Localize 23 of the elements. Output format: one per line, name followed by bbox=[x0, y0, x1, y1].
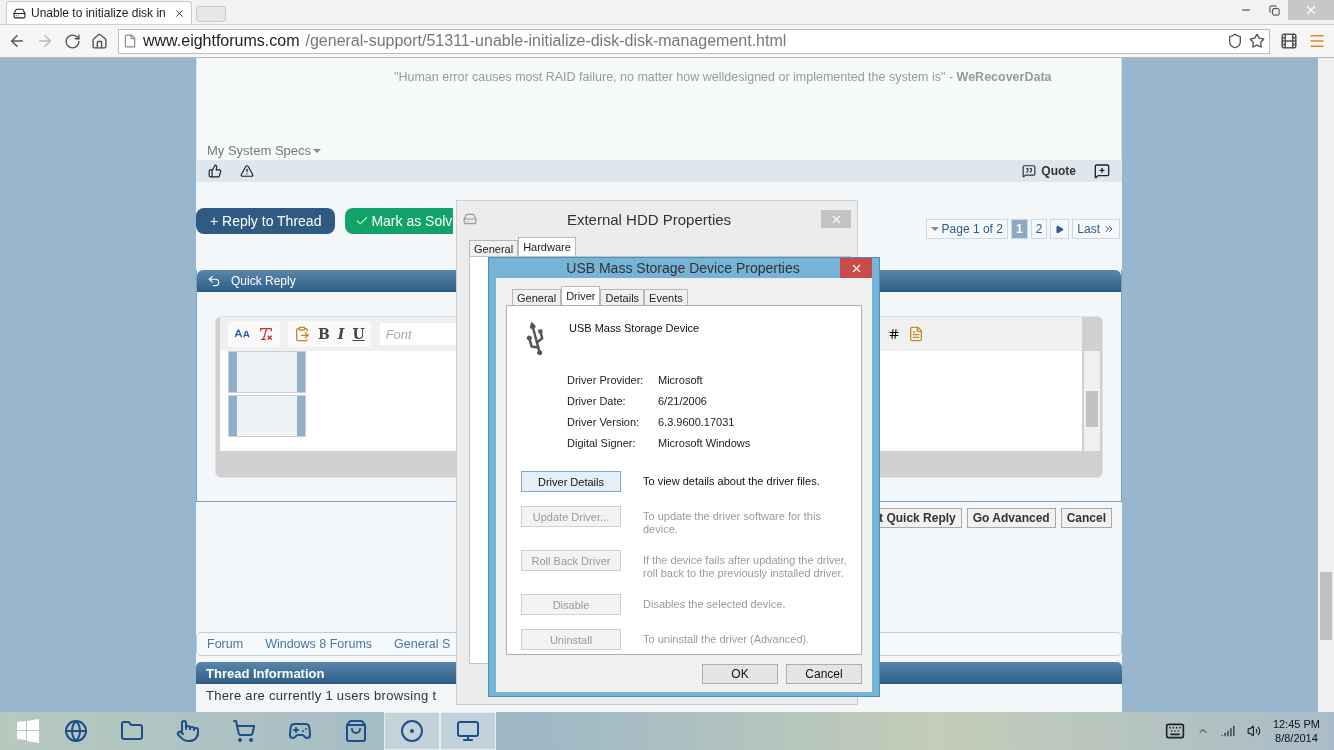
field-label: Digital Signer: bbox=[567, 437, 637, 449]
dialog-title: USB Mass Storage Device Properties bbox=[565, 260, 801, 276]
field-value: Microsoft bbox=[658, 374, 704, 386]
action-description: To view details about the driver files. bbox=[643, 475, 821, 488]
quick-reply-title: Quick Reply bbox=[231, 274, 296, 288]
device-name: USB Mass Storage Device bbox=[569, 322, 700, 334]
field-label: Driver Date: bbox=[567, 395, 627, 407]
field-label: Driver Version: bbox=[567, 416, 641, 428]
action-description: If the device fails after updating the driver, roll back to the previously installed driver. bbox=[643, 554, 847, 580]
thread-info-title: Thread Information bbox=[206, 665, 325, 681]
action-description: To update the driver software for this device. bbox=[643, 510, 822, 536]
field-value: 6/21/2006 bbox=[658, 395, 708, 407]
field-value: 6.3.9600.17031 bbox=[658, 416, 736, 428]
url-path: /general-support/51311-unable-initialize-disk-disk-management.html bbox=[305, 32, 787, 50]
action-description: To uninstall the driver (Advanced). bbox=[643, 633, 811, 646]
field-label: Driver Provider: bbox=[567, 374, 645, 386]
field-value: Microsoft Windows bbox=[658, 437, 752, 449]
action-description: Disables the selected device. bbox=[643, 598, 787, 611]
signature-text: "Human error causes most RAID failure, no matter how welldesigned or implemented the system is" - WeRecoverData bbox=[393, 70, 1053, 84]
url-host: www.eightforums.com bbox=[143, 32, 300, 50]
tab-title: Unable to initialize disk in bbox=[31, 6, 166, 20]
dialog-title: External HDD Properties bbox=[565, 210, 733, 228]
thread-info-text: There are currently 1 users browsing t bbox=[205, 687, 438, 705]
